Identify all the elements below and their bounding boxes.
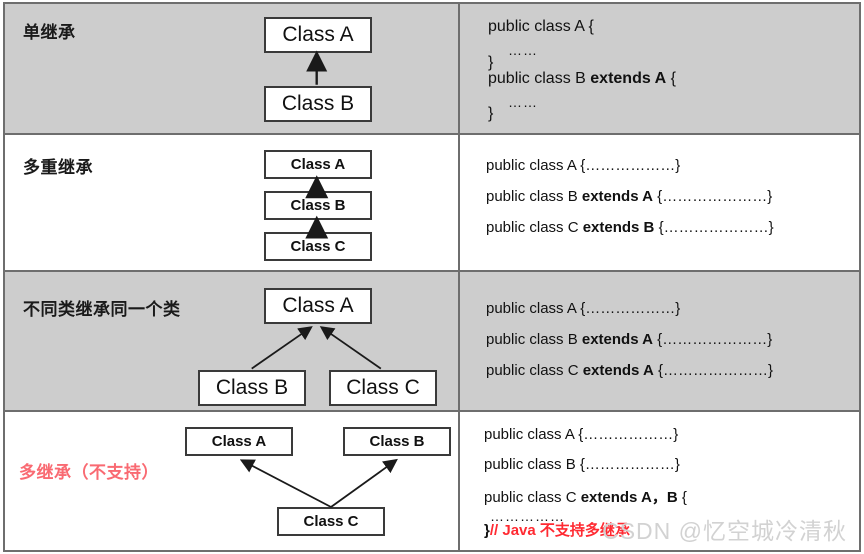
code-text: public class B [488,70,591,87]
code-keyword: extends A，B [580,489,678,506]
table-row-single-inheritance: 单继承 Class A Class B public class A {…… … [5,4,859,135]
code-keyword: extends A [581,188,654,205]
diagram-cell-1: 单继承 Class A Class B [5,4,460,133]
code-text: {…………………} [653,362,774,379]
code-text: public class B [486,188,582,205]
class-box-c-row4: Class C [277,507,385,536]
class-box-b-row4: Class B [343,427,451,456]
code-line-4-2: public class B {………………} [484,456,680,473]
class-box-label: Class A [282,294,354,317]
code-line-4-1: public class A {………………} [484,426,679,443]
code-line-2-1: public class A {………………} [486,157,681,174]
code-text: { [677,489,687,506]
code-line-3-3: public class C extends A {…………………} [486,362,773,379]
diagram-cell-2: 多重继承 Class A Class B Class C [5,135,460,270]
code-line-1-1: public class A { [488,18,594,35]
code-keyword: extends A [581,331,654,348]
code-line-1-2: …… [508,42,538,58]
class-box-label: Class C [346,376,420,399]
table-row-multilevel-inheritance: 多重继承 Class A Class B Class C public clas… [5,135,859,272]
code-line-3-1: public class A {………………} [486,300,681,317]
class-box-c-row3: Class C [329,370,437,406]
row-title-1: 单继承 [23,23,76,42]
code-cell-2: public class A {………………} public class B e… [460,135,859,270]
code-text: public class B [486,331,582,348]
code-text: {…………………} [653,188,773,205]
code-line-1-5: …… [508,94,538,110]
class-box-a-row4: Class A [185,427,293,456]
class-box-label: Class C [303,513,359,530]
csdn-watermark: CSDN @忆空城冷清秋 [602,518,847,544]
class-box-label: Class A [282,23,354,46]
code-text: public class C [484,489,581,506]
row-title-2: 多重继承 [23,158,93,177]
class-box-a-row3: Class A [264,288,372,324]
row-title-4: 多继承（不支持） [19,463,159,482]
diagram-cell-3: 不同类继承同一个类 Class A Class B Class C [5,272,460,410]
table-row-same-superclass: 不同类继承同一个类 Class A Class B Class C public… [5,272,859,412]
code-line-4-3: public class C extends A，B { [484,486,687,507]
class-box-c-row2: Class C [264,232,372,261]
diagram-cell-4: 多继承（不支持） Class A Class B Class C [5,412,460,550]
comparison-table: 单继承 Class A Class B public class A {…… … [3,2,861,552]
class-box-label: Class B [281,92,355,115]
code-text: public class C [486,219,583,236]
class-box-b-row1: Class B [264,86,372,122]
code-line-1-6: } [488,105,494,122]
class-box-label: Class B [369,433,425,450]
code-text: public class C [486,362,583,379]
class-box-label: Class A [290,156,346,173]
row-title-3: 不同类继承同一个类 [23,300,181,319]
class-box-a-row2: Class A [264,150,372,179]
class-box-label: Class A [211,433,267,450]
code-line-3-2: public class B extends A {…………………} [486,331,772,348]
table-row-multiple-inheritance-unsupported: 多继承（不支持） Class A Class B Class C public … [5,412,859,550]
code-keyword: extends A [590,70,667,87]
class-box-b-row3: Class B [198,370,306,406]
code-line-2-3: public class C extends B {…………………} [486,219,774,236]
code-keyword: extends A [582,362,654,379]
class-box-label: Class B [290,197,346,214]
code-line-1-4: public class B extends A { [488,70,676,88]
class-box-b-row2: Class B [264,191,372,220]
code-text: {…………………} [654,219,774,236]
code-cell-1: public class A { …… } public class B ext… [460,4,859,133]
code-cell-4: public class A {………………} public class B {… [460,412,859,550]
code-text: {…………………} [653,331,773,348]
inheritance-comparison-figure: 单继承 Class A Class B public class A {…… … [0,0,864,554]
class-box-label: Class B [215,376,289,399]
code-cell-3: public class A {………………} public class B e… [460,272,859,410]
code-line-2-2: public class B extends A {…………………} [486,188,772,205]
class-box-a-row1: Class A [264,17,372,53]
code-text: { [666,70,676,87]
code-keyword: extends B [582,219,655,236]
class-box-label: Class C [290,238,346,255]
